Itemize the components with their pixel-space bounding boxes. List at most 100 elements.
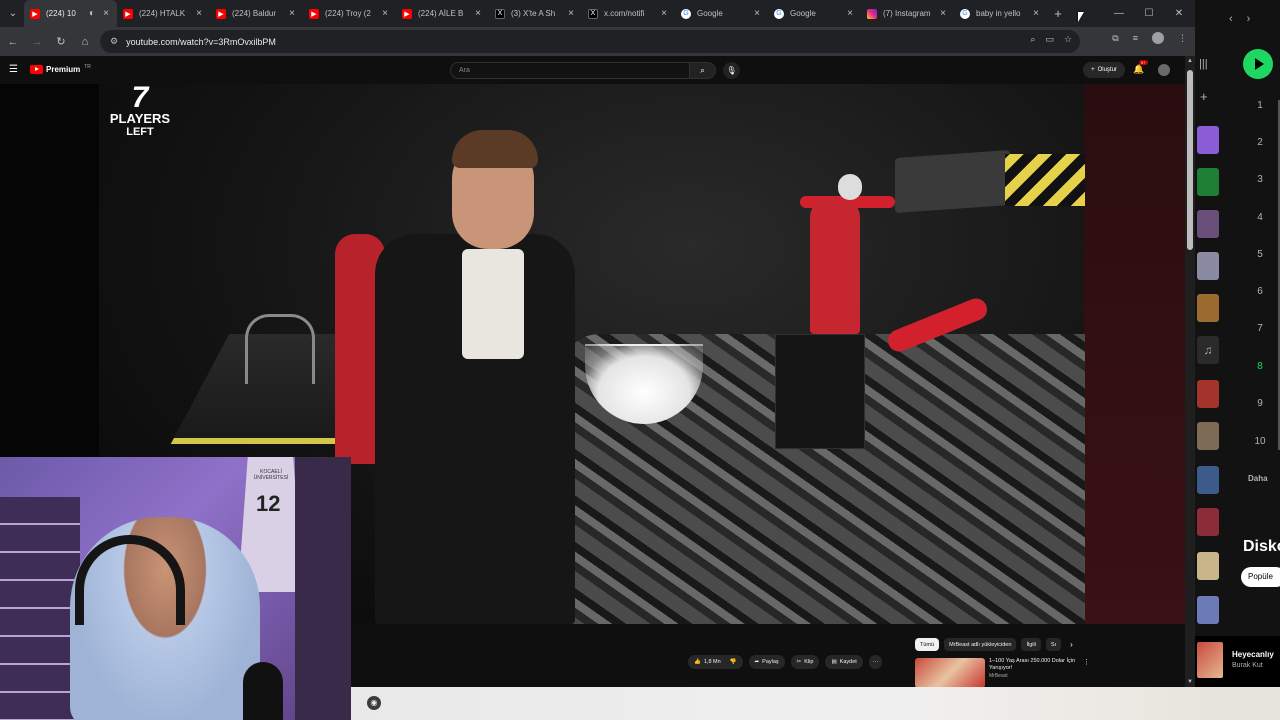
- close-tab-icon[interactable]: ×: [473, 8, 483, 19]
- rank-number: 10: [1254, 436, 1266, 447]
- jersey-text: KOCAELİ ÜNİVERSİTESİ: [253, 469, 289, 481]
- address-bar[interactable]: ⚙ youtube.com/watch?v=3RmOvxilbPM ⌕ ▭ ☆: [100, 30, 1080, 53]
- minimize-icon[interactable]: —: [1103, 0, 1135, 27]
- browser-tab[interactable]: ▶ (224) Troy (2 ×: [303, 0, 396, 27]
- back-icon[interactable]: ←: [1, 30, 25, 54]
- close-tab-icon[interactable]: ×: [938, 8, 948, 19]
- show-more-link[interactable]: Daha: [1248, 474, 1268, 483]
- close-tab-icon[interactable]: ×: [752, 8, 762, 19]
- browser-tab[interactable]: G Google ×: [675, 0, 768, 27]
- browser-tab[interactable]: ▶ (224) HTALK ×: [117, 0, 210, 27]
- close-tab-icon[interactable]: ×: [659, 8, 669, 19]
- scrollbar-thumb[interactable]: [1187, 70, 1193, 250]
- google-icon: G: [960, 8, 970, 19]
- save-button[interactable]: ▤ Kaydet: [825, 655, 863, 669]
- media-control-icon[interactable]: ≡: [1133, 33, 1138, 43]
- playlist-thumbnail[interactable]: [1197, 596, 1219, 624]
- chip-all[interactable]: Tümü: [915, 638, 940, 651]
- browser-tab[interactable]: (7) Instagram ×: [861, 0, 954, 27]
- recommended-channel[interactable]: MrBeast: [989, 673, 1079, 679]
- forward-icon[interactable]: →: [25, 30, 49, 54]
- close-tab-icon[interactable]: ×: [287, 8, 297, 19]
- playlist-thumbnail[interactable]: [1197, 552, 1219, 580]
- library-icon[interactable]: |||: [1199, 58, 1208, 70]
- filter-chip[interactable]: Popüle: [1241, 567, 1280, 587]
- now-playing-artist[interactable]: Burak Kut: [1232, 662, 1263, 669]
- close-window-icon[interactable]: ✕: [1163, 0, 1195, 27]
- browser-tab[interactable]: ▶ (224) Baldur ×: [210, 0, 303, 27]
- maximize-icon[interactable]: ☐: [1133, 0, 1165, 27]
- zoom-icon[interactable]: ⌕: [1030, 34, 1035, 45]
- reload-icon[interactable]: ↻: [49, 30, 73, 54]
- recommended-thumbnail[interactable]: [915, 658, 985, 688]
- browser-tab[interactable]: X (3) X'te A Sh ×: [489, 0, 582, 27]
- notifications-bell-icon[interactable]: 🔔: [1133, 64, 1144, 75]
- browser-tab[interactable]: ▶ (224) 10 ◐ ×: [24, 0, 117, 27]
- playlist-thumbnail[interactable]: [1197, 380, 1219, 408]
- audio-icon[interactable]: ◐: [87, 8, 97, 19]
- tab-title: (224) 10: [46, 9, 76, 18]
- tab-search-chevron-icon[interactable]: ⌄: [2, 3, 24, 25]
- home-icon[interactable]: ⌂: [73, 30, 97, 54]
- search-input[interactable]: Ara: [450, 62, 690, 79]
- liked-songs-thumbnail[interactable]: [1197, 126, 1219, 154]
- hamburger-menu-icon[interactable]: ☰: [9, 64, 18, 75]
- close-tab-icon[interactable]: ×: [194, 8, 204, 19]
- now-playing-cover[interactable]: [1197, 642, 1223, 678]
- page-scrollbar[interactable]: ▲ ▼: [1185, 56, 1195, 687]
- playlist-thumbnail[interactable]: [1197, 210, 1219, 238]
- thumbs-down-icon[interactable]: 👎: [730, 659, 737, 665]
- music-note-icon[interactable]: ♫: [1197, 336, 1219, 364]
- now-playing-title[interactable]: Heyecanlıy: [1232, 650, 1274, 659]
- close-tab-icon[interactable]: ×: [1031, 8, 1041, 19]
- site-info-icon[interactable]: ⚙: [110, 36, 118, 47]
- like-button[interactable]: 👍 1,8 Mn 👎: [688, 655, 743, 669]
- add-icon[interactable]: +: [1200, 89, 1208, 104]
- close-tab-icon[interactable]: ×: [101, 8, 111, 19]
- chip-from-uploader[interactable]: MrBeast adlı yükleyiciden: [944, 638, 1017, 651]
- close-tab-icon[interactable]: ×: [845, 8, 855, 19]
- browser-tab[interactable]: G baby in yello ×: [954, 0, 1047, 27]
- playlist-thumbnail[interactable]: [1197, 252, 1219, 280]
- close-tab-icon[interactable]: ×: [566, 8, 576, 19]
- microphone-icon[interactable]: 🎙: [723, 62, 740, 79]
- close-tab-icon[interactable]: ×: [380, 8, 390, 19]
- playlist-thumbnail[interactable]: [1197, 422, 1219, 450]
- share-button[interactable]: ➦ Paylaş: [748, 655, 785, 669]
- cast-icon[interactable]: ▭: [1045, 34, 1054, 45]
- share-icon: ➦: [754, 659, 760, 665]
- recommended-title[interactable]: 1–100 Yaş Arası 250.000 Dolar İçin Yarış…: [989, 658, 1079, 672]
- clip-button[interactable]: ✂ Klip: [790, 655, 820, 669]
- bookmark-star-icon[interactable]: ☆: [1064, 34, 1072, 45]
- video-side-band: [1084, 84, 1185, 624]
- browser-tab[interactable]: ▶ (224) AİLE B ×: [396, 0, 489, 27]
- chip-next[interactable]: Sı: [1045, 638, 1062, 651]
- more-actions-icon[interactable]: ⋯: [868, 655, 883, 669]
- play-button[interactable]: [1243, 49, 1273, 79]
- instagram-icon: [867, 8, 877, 19]
- playlist-thumbnail[interactable]: [1197, 466, 1219, 494]
- playlist-thumbnail[interactable]: [1197, 508, 1219, 536]
- browser-tab[interactable]: G Google ×: [768, 0, 861, 27]
- more-options-icon[interactable]: ⋮: [1083, 658, 1090, 688]
- chevron-right-icon[interactable]: ›: [1070, 640, 1073, 649]
- profile-avatar[interactable]: [1152, 32, 1164, 44]
- account-avatar[interactable]: [1158, 64, 1170, 76]
- extensions-icon[interactable]: ⧉: [1112, 33, 1118, 44]
- taskbar-app-icon[interactable]: ◉: [367, 696, 381, 710]
- browser-tab[interactable]: X x.com/notifi ×: [582, 0, 675, 27]
- back-icon[interactable]: ‹: [1229, 13, 1233, 25]
- google-icon: G: [774, 8, 784, 19]
- scroll-up-icon[interactable]: ▲: [1187, 58, 1193, 64]
- playlist-thumbnail[interactable]: [1197, 294, 1219, 322]
- browser-menu-icon[interactable]: ⋮: [1178, 33, 1187, 44]
- scroll-down-icon[interactable]: ▼: [1187, 679, 1193, 685]
- playlist-thumbnail[interactable]: [1197, 168, 1219, 196]
- recommended-video[interactable]: 1–100 Yaş Arası 250.000 Dolar İçin Yarış…: [915, 658, 1090, 688]
- search-icon[interactable]: ⌕: [690, 62, 716, 79]
- forward-icon[interactable]: ›: [1247, 13, 1251, 25]
- new-tab-icon[interactable]: +: [1047, 6, 1069, 21]
- create-button[interactable]: + Oluştur: [1083, 62, 1125, 78]
- youtube-logo[interactable]: Premium TR: [30, 64, 91, 74]
- chip-related[interactable]: İlgili: [1021, 638, 1041, 651]
